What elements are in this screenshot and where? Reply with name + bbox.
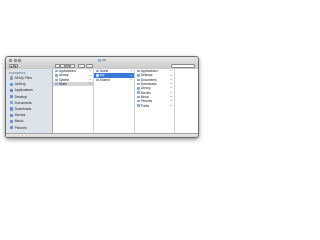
chevron-right-icon: ▸ [89, 82, 91, 86]
airdrop-icon [10, 82, 14, 86]
row-label: Public [140, 103, 150, 108]
row-label: Shared [99, 77, 110, 82]
row-label: Users [58, 82, 68, 87]
chevron-right-icon: ▸ [130, 77, 132, 81]
sidebar-item-label: Movies [14, 113, 26, 118]
arrange-button[interactable] [78, 64, 85, 68]
pictures-icon [10, 125, 14, 130]
chevron-right-icon: ▸ [130, 69, 132, 73]
movies-icon [10, 113, 14, 117]
column-4 [175, 69, 199, 137]
search-input[interactable] [171, 64, 195, 68]
sidebar-item-label: Desktop [14, 94, 28, 99]
chevron-right-icon: ▸ [170, 73, 172, 77]
folder-icon [136, 100, 140, 103]
chevron-right-icon: ▸ [170, 82, 172, 86]
sidebar: FAVORITES All My Files AirDrop Application… [6, 69, 53, 137]
folder-icon [54, 78, 58, 81]
sidebar-item-label: Documents [14, 100, 32, 105]
folder-icon [54, 82, 58, 86]
column-1: Applications ▸ Library ▸ System ▸ Users ▸ [52, 69, 94, 137]
sidebar-item-label: All My Files [14, 76, 32, 81]
folder-icon [95, 78, 99, 81]
back-button[interactable]: ◀ [9, 64, 14, 68]
folder-icon [95, 74, 99, 77]
sidebar-item-pictures[interactable]: Pictures [6, 124, 52, 130]
desktop-icon [10, 95, 14, 99]
sidebar-item-label: AirDrop [14, 82, 27, 87]
chevron-right-icon: ▸ [89, 69, 91, 73]
column-3: Applications ▸ Desktop ▸ Documents ▸ Downloads… [135, 69, 175, 137]
window-title-text: oo [102, 58, 106, 63]
column-browser: Applications ▸ Library ▸ System ▸ Users ▸ Guest… [52, 69, 199, 137]
folder-icon [95, 69, 99, 73]
folder-icon [136, 74, 140, 77]
documents-icon [10, 101, 14, 105]
folder-icon [98, 59, 102, 62]
chevron-right-icon: ▸ [170, 90, 172, 94]
chevron-right-icon: ▸ [130, 73, 132, 77]
column-row[interactable]: Shared ▸ [94, 78, 134, 82]
action-button[interactable] [86, 64, 93, 68]
applications-icon [10, 88, 14, 93]
chevron-right-icon: ▸ [170, 103, 172, 107]
sidebar-item-label: Pictures [14, 125, 27, 130]
downloads-icon [10, 107, 14, 111]
column-2: Guest ▸ xyz ▸ Shared ▸ [93, 69, 135, 137]
window-title: oo [6, 58, 198, 62]
folder-icon [136, 69, 140, 73]
folder-icon [136, 91, 140, 94]
column-row[interactable]: Public ▸ [135, 103, 174, 108]
folder-icon [136, 82, 140, 86]
folder-icon [136, 104, 140, 107]
forward-button[interactable]: ▶ [13, 64, 19, 68]
folder-icon [54, 69, 58, 73]
chevron-right-icon: ▸ [170, 77, 172, 81]
chevron-right-icon: ▸ [170, 95, 172, 99]
coverflow-view-button[interactable] [70, 64, 75, 68]
chevron-right-icon: ▸ [89, 77, 91, 81]
status-bar [6, 132, 198, 137]
folder-icon [136, 87, 140, 90]
toolbar: ◀ ▶ [9, 64, 195, 68]
sidebar-item-label: Applications [14, 88, 33, 93]
finder-window: oo ◀ ▶ FAVORITES All My Files AirDrop Appl… [5, 56, 199, 138]
chevron-right-icon: ▸ [170, 86, 172, 90]
chevron-right-icon: ▸ [170, 69, 172, 73]
folder-icon [136, 95, 140, 99]
folder-icon [136, 78, 140, 81]
all-files-icon [10, 76, 14, 80]
folder-icon [54, 74, 58, 77]
chevron-right-icon: ▸ [89, 73, 91, 77]
chevron-right-icon: ▸ [170, 99, 172, 103]
column-row[interactable]: Users ▸ [52, 81, 93, 87]
sidebar-item-label: Music [14, 119, 24, 124]
music-icon [10, 119, 14, 123]
sidebar-item-label: Downloads [14, 107, 32, 112]
